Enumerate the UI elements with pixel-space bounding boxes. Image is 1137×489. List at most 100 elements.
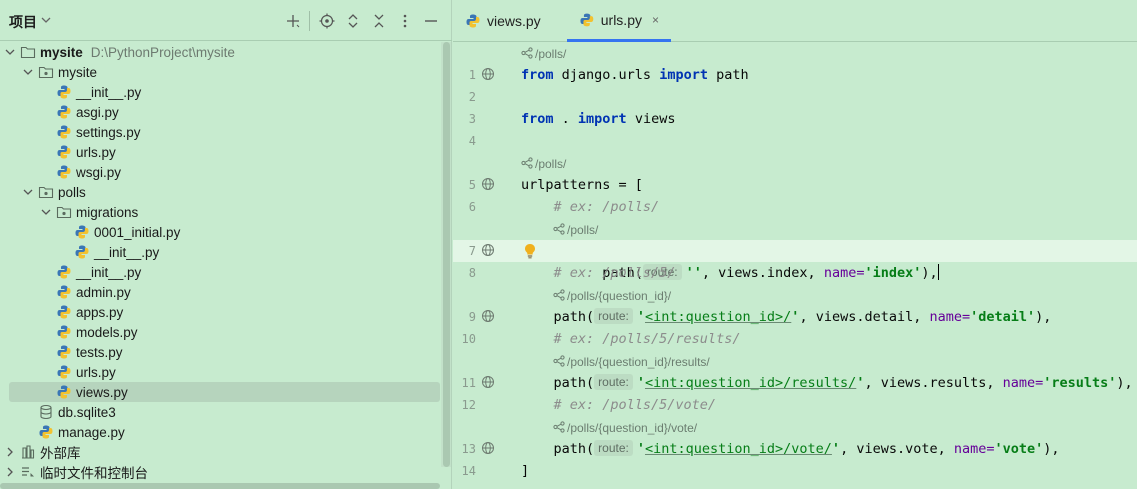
tree-item-models-py[interactable]: models.py [0, 322, 440, 342]
tree-item-init-py[interactable]: __init__.py [0, 82, 440, 102]
code-text: , views.results, [864, 375, 1003, 391]
chevron-down-icon[interactable] [4, 46, 16, 58]
gutter-line: 12 [453, 394, 515, 416]
tree-item-external-libraries[interactable]: 外部库 [0, 442, 440, 462]
tree-item-polls-init-py[interactable]: __init__.py [0, 262, 440, 282]
chevron-down-icon[interactable] [40, 14, 52, 26]
tree-item-label: admin.py [76, 284, 131, 300]
globe-icon[interactable] [481, 243, 495, 257]
tree-item-admin-py[interactable]: admin.py [0, 282, 440, 302]
code-line-8-comment: # ex: /polls/5/ [521, 265, 676, 281]
code-text: path( [521, 309, 595, 325]
gutter-line: 3 [453, 108, 515, 130]
tree-item-0001-initial-py[interactable]: 0001_initial.py [0, 222, 440, 242]
url-hint[interactable]: /polls/{question_id}/ [553, 286, 1137, 306]
expand-all-icon[interactable] [344, 12, 362, 30]
code-text: path( [521, 441, 595, 457]
tree-scrollbar-thumb[interactable] [443, 42, 450, 467]
parameter-hint: route: [594, 440, 633, 456]
kwarg: name= [953, 441, 995, 457]
tree-item-manage-py[interactable]: manage.py [0, 422, 440, 442]
project-panel: 项目 mysite D:\PythonProject\mysite mysite… [0, 0, 452, 489]
locate-icon[interactable] [318, 12, 336, 30]
globe-icon[interactable] [481, 441, 495, 455]
project-tree: mysite D:\PythonProject\mysite mysite __i… [0, 42, 440, 489]
tree-horizontal-scrollbar[interactable] [0, 483, 440, 489]
url-hint[interactable]: /polls/{question_id}/vote/ [553, 418, 1137, 438]
tree-item-scratches-and-consoles[interactable]: 临时文件和控制台 [0, 462, 440, 482]
gutter-line: 6 [453, 196, 515, 218]
kwarg: name= [1002, 375, 1044, 391]
add-icon[interactable] [284, 12, 302, 30]
hide-panel-icon[interactable] [422, 12, 440, 30]
globe-icon[interactable] [481, 177, 495, 191]
code-area[interactable]: /polls/ from django.urls import path fro… [515, 42, 1137, 489]
tree-item-urls-py[interactable]: urls.py [0, 142, 440, 162]
globe-icon[interactable] [481, 375, 495, 389]
tree-item-mysite-root[interactable]: mysite D:\PythonProject\mysite [0, 42, 440, 62]
code-line-10-comment: # ex: /polls/5/results/ [521, 331, 741, 347]
url-hint[interactable]: /polls/ [521, 154, 1137, 174]
tab-views-py[interactable]: views.py [465, 0, 541, 42]
tree-item-label: manage.py [58, 424, 125, 440]
line-number: 6 [468, 200, 476, 214]
share-icon [521, 47, 533, 59]
tree-item-polls-package[interactable]: polls [0, 182, 440, 202]
tree-item-label: settings.py [76, 124, 141, 140]
gutter-line: 11 [453, 372, 515, 394]
gutter-line: 7 [453, 240, 515, 262]
chevron-down-icon[interactable] [22, 66, 34, 78]
keyword: from [521, 111, 554, 127]
python-file-icon [57, 165, 71, 179]
tree-item-tests-py[interactable]: tests.py [0, 342, 440, 362]
database-icon [40, 404, 52, 420]
tree-item-migrations-init-py[interactable]: __init__.py [0, 242, 440, 262]
url-hint[interactable]: /polls/{question_id}/results/ [553, 352, 1137, 372]
package-folder-icon [38, 66, 54, 79]
tree-item-label: asgi.py [76, 104, 119, 120]
lightbulb-icon[interactable] [523, 243, 537, 259]
tree-item-label: mysite D:\PythonProject\mysite [40, 44, 235, 60]
python-file-icon [75, 225, 89, 239]
close-icon[interactable]: × [652, 13, 659, 27]
tree-item-migrations-package[interactable]: migrations [0, 202, 440, 222]
tree-item-label: tests.py [76, 344, 123, 360]
tab-urls-py[interactable]: urls.py × [567, 0, 671, 42]
line-number: 13 [461, 442, 476, 456]
package-folder-icon [38, 186, 54, 199]
code-text: path( [521, 375, 595, 391]
tree-item-mysite-package[interactable]: mysite [0, 62, 440, 82]
chevron-right-icon[interactable] [4, 446, 16, 458]
more-options-icon[interactable] [396, 12, 414, 30]
string: 'vote' [994, 441, 1044, 457]
chevron-down-icon[interactable] [40, 206, 52, 218]
url-hint[interactable]: /polls/ [521, 44, 1137, 64]
tree-item-wsgi-py[interactable]: wsgi.py [0, 162, 440, 182]
tree-item-apps-py[interactable]: apps.py [0, 302, 440, 322]
string: ' [636, 441, 645, 457]
chevron-down-icon[interactable] [22, 186, 34, 198]
line-number: 12 [461, 398, 476, 412]
code-line-7: path(route: '', views.index, name='index'… [515, 240, 1137, 281]
chevron-right-icon[interactable] [4, 466, 16, 478]
tree-item-label: 0001_initial.py [94, 224, 181, 240]
python-file-icon [57, 365, 71, 379]
editor-gutter: 1 2 3 4 5 6 7 8 9 10 11 12 13 14 [453, 42, 515, 489]
folder-icon [20, 46, 36, 59]
python-file-icon [57, 345, 71, 359]
tree-item-settings-py[interactable]: settings.py [0, 122, 440, 142]
tree-item-views-py[interactable]: views.py [9, 382, 440, 402]
gutter-line: 10 [453, 328, 515, 350]
collapse-all-icon[interactable] [370, 12, 388, 30]
globe-icon[interactable] [481, 309, 495, 323]
module-name: django.urls [553, 67, 660, 83]
globe-icon[interactable] [481, 67, 495, 81]
kwarg: name= [929, 309, 971, 325]
gutter-line: 13 [453, 438, 515, 460]
tree-item-polls-urls-py[interactable]: urls.py [0, 362, 440, 382]
project-view-title[interactable]: 项目 [9, 12, 37, 32]
tree-item-db-sqlite3[interactable]: db.sqlite3 [0, 402, 440, 422]
gutter-line: 2 [453, 86, 515, 108]
url-hint[interactable]: /polls/ [553, 220, 1137, 240]
tree-item-asgi-py[interactable]: asgi.py [0, 102, 440, 122]
